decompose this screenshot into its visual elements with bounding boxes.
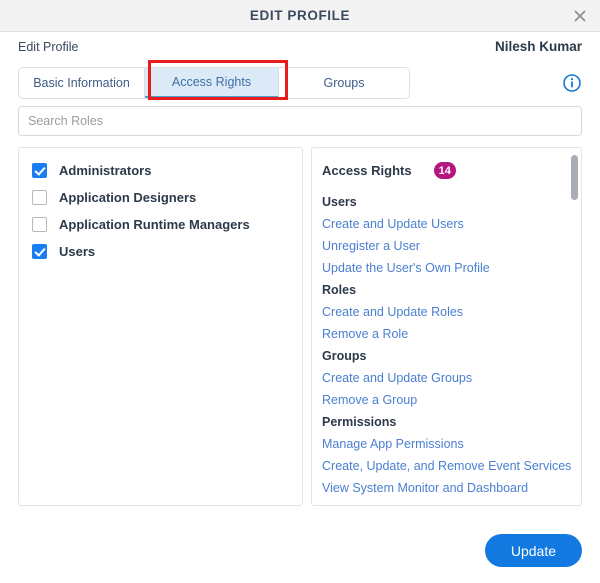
role-label: Users xyxy=(59,244,96,259)
checkbox-administrators[interactable] xyxy=(32,163,47,178)
group-heading-permissions: Permissions xyxy=(322,415,397,429)
tabs-row: Basic Information Access Rights Groups xyxy=(0,61,600,104)
right-link[interactable]: Remove a Group xyxy=(322,389,565,411)
role-row-users[interactable]: Users xyxy=(19,238,302,265)
right-link[interactable]: Remove a Role xyxy=(322,323,565,345)
tab-basic-information[interactable]: Basic Information xyxy=(19,67,145,98)
right-link[interactable]: Create and Update Groups xyxy=(322,367,565,389)
role-label: Administrators xyxy=(59,163,152,178)
group-heading-roles: Roles xyxy=(322,283,357,297)
update-button[interactable]: Update xyxy=(484,534,582,567)
right-link[interactable]: Create and Update Users xyxy=(322,213,565,235)
checkbox-application-runtime-managers[interactable] xyxy=(32,217,47,232)
dialog-subheader: Edit Profile Nilesh Kumar xyxy=(0,32,600,61)
group-heading-groups: Groups xyxy=(322,349,367,363)
access-rights-scrollbar-thumb[interactable] xyxy=(571,155,578,200)
page-title: Edit Profile xyxy=(18,39,79,54)
checkbox-users[interactable] xyxy=(32,244,47,259)
role-row-application-designers[interactable]: Application Designers xyxy=(19,184,302,211)
group-heading-users: Users xyxy=(322,195,357,209)
right-link[interactable]: Update the User's Own Profile xyxy=(322,257,565,279)
search-roles-input[interactable] xyxy=(18,106,582,136)
right-link[interactable]: Manage App Permissions xyxy=(322,433,565,455)
role-row-application-runtime-managers[interactable]: Application Runtime Managers xyxy=(19,211,302,238)
dialog-title: EDIT PROFILE xyxy=(249,8,351,23)
right-link[interactable]: View System Monitor and Dashboard xyxy=(322,477,565,499)
info-circle-icon[interactable] xyxy=(562,73,582,93)
role-row-administrators[interactable]: Administrators xyxy=(19,157,302,184)
role-label: Application Runtime Managers xyxy=(59,217,250,232)
access-rights-count-badge: 14 xyxy=(433,162,456,179)
tab-group: Basic Information Access Rights Groups xyxy=(18,66,410,99)
dialog-titlebar: EDIT PROFILE xyxy=(0,0,600,32)
access-rights-header: Access Rights 14 xyxy=(322,162,565,179)
search-area xyxy=(0,106,600,136)
checkbox-application-designers[interactable] xyxy=(32,190,47,205)
access-rights-panel: Access Rights 14 Users Create and Update… xyxy=(311,147,582,506)
right-link[interactable]: Unregister a User xyxy=(322,235,565,257)
tab-access-rights[interactable]: Access Rights xyxy=(145,67,279,98)
panels-container: Administrators Application Designers App… xyxy=(0,147,600,506)
dialog-footer: Update xyxy=(484,534,582,567)
access-rights-scroll-area: Access Rights 14 Users Create and Update… xyxy=(312,148,581,505)
roles-list-panel: Administrators Application Designers App… xyxy=(18,147,303,506)
access-rights-title: Access Rights xyxy=(322,163,412,178)
right-link[interactable]: Create, Update, and Remove Event Service… xyxy=(322,455,571,477)
tab-groups[interactable]: Groups xyxy=(279,67,409,98)
role-label: Application Designers xyxy=(59,190,197,205)
close-icon[interactable] xyxy=(568,4,592,28)
user-name: Nilesh Kumar xyxy=(494,39,582,54)
access-rights-scrollbar[interactable] xyxy=(571,152,578,501)
right-link[interactable]: Create and Update Roles xyxy=(322,301,565,323)
